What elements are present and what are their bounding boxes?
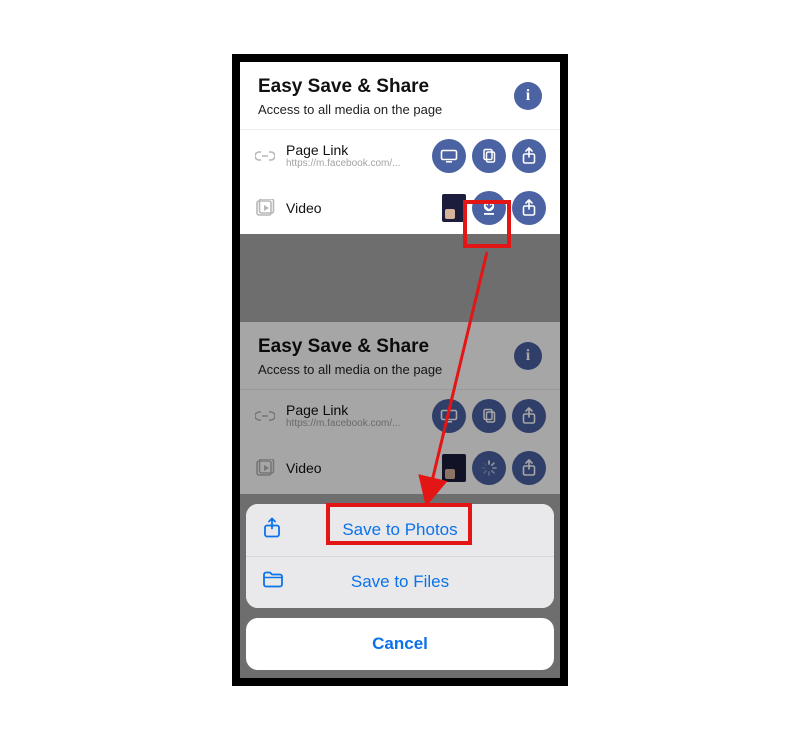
download-loading-button[interactable] [472,451,506,485]
copy-icon [481,148,497,164]
link-icon [254,409,276,423]
share-panel-bottom: Easy Save & Share Access to all media on… [240,322,560,494]
video-label: Video [286,460,432,476]
panel-subtitle: Access to all media on the page [258,362,442,377]
row-text: Video [286,460,432,476]
share-icon [521,147,537,165]
folder-icon [262,571,284,594]
row-actions [442,451,546,485]
row-actions [442,191,546,225]
cancel-button[interactable]: Cancel [246,618,554,670]
open-browser-button[interactable] [432,399,466,433]
info-icon: i [526,87,530,105]
copy-button[interactable] [472,399,506,433]
share-panel-top: Easy Save & Share Access to all media on… [240,62,560,234]
panel-title: Easy Save & Share [258,76,442,98]
open-browser-button[interactable] [432,139,466,173]
header-text: Easy Save & Share Access to all media on… [258,76,442,117]
info-icon: i [526,347,530,365]
share-icon [521,459,537,477]
panel-header: Easy Save & Share Access to all media on… [240,322,560,390]
spinner-icon [480,459,498,477]
link-icon [254,149,276,163]
cancel-label: Cancel [372,634,428,654]
page-link-label: Page Link [286,402,422,418]
row-video: Video [240,442,560,494]
monitor-icon [440,409,458,423]
save-photo-icon [262,516,282,543]
info-button[interactable]: i [514,342,542,370]
share-video-button[interactable] [512,191,546,225]
share-button[interactable] [512,399,546,433]
monitor-icon [440,149,458,163]
row-actions [432,399,546,433]
page-link-url: https://m.facebook.com/... [286,418,422,429]
video-thumbnail[interactable] [442,194,466,222]
share-icon [521,407,537,425]
phone-frame: Easy Save & Share Access to all media on… [232,54,568,686]
row-page-link: Page Link https://m.facebook.com/... [240,130,560,182]
row-text: Page Link https://m.facebook.com/... [286,142,422,169]
video-icon [254,459,276,477]
video-thumbnail[interactable] [442,454,466,482]
action-sheet-group: Save to Photos Save to Files [246,504,554,608]
save-to-files-label: Save to Files [351,572,449,592]
download-icon [481,199,497,217]
download-button[interactable] [472,191,506,225]
info-button[interactable]: i [514,82,542,110]
page-link-url: https://m.facebook.com/... [286,158,422,169]
video-icon [254,199,276,217]
share-button[interactable] [512,139,546,173]
row-text: Video [286,200,432,216]
share-panel-bottom-container: Easy Save & Share Access to all media on… [240,322,560,494]
panel-header: Easy Save & Share Access to all media on… [240,62,560,130]
panel-title: Easy Save & Share [258,336,442,358]
save-to-files-button[interactable]: Save to Files [246,556,554,608]
save-to-photos-label: Save to Photos [342,520,457,540]
page-link-label: Page Link [286,142,422,158]
panel-subtitle: Access to all media on the page [258,102,442,117]
row-actions [432,139,546,173]
row-text: Page Link https://m.facebook.com/... [286,402,422,429]
copy-icon [481,408,497,424]
row-video: Video [240,182,560,234]
share-panel-bottom-wrap: Easy Save & Share Access to all media on… [240,322,560,494]
header-text: Easy Save & Share Access to all media on… [258,336,442,377]
action-sheet: Save to Photos Save to Files Cancel [246,504,554,670]
share-icon [521,199,537,217]
save-to-photos-button[interactable]: Save to Photos [246,504,554,556]
share-video-button[interactable] [512,451,546,485]
copy-button[interactable] [472,139,506,173]
row-page-link: Page Link https://m.facebook.com/... [240,390,560,442]
video-label: Video [286,200,432,216]
screen: Easy Save & Share Access to all media on… [240,62,560,678]
